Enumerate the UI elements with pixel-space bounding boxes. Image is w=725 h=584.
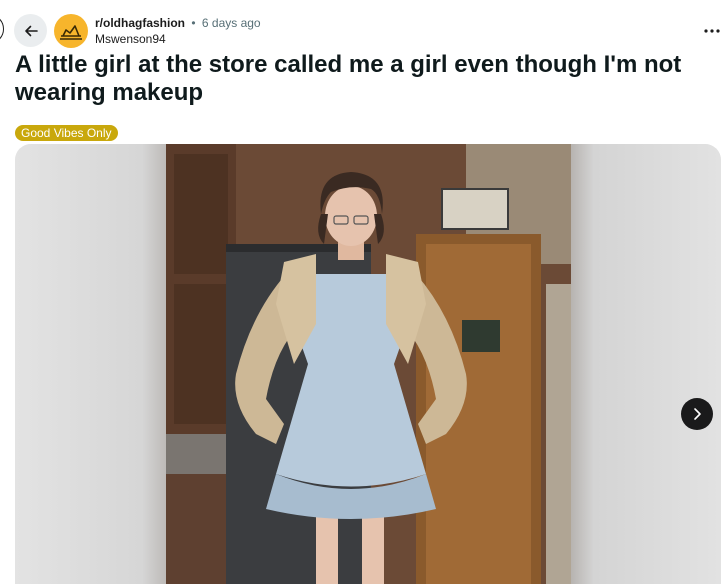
subreddit-link[interactable]: r/oldhagfashion xyxy=(95,16,185,30)
subreddit-avatar[interactable] xyxy=(54,14,88,48)
post-title: A little girl at the store called me a g… xyxy=(15,51,682,106)
post-image[interactable] xyxy=(166,144,571,584)
back-button[interactable] xyxy=(14,14,47,47)
image-gallery xyxy=(15,144,721,584)
post-flair[interactable]: Good Vibes Only xyxy=(15,125,118,141)
previous-panel-edge xyxy=(0,14,4,44)
chevron-right-icon xyxy=(694,408,701,420)
post-meta: r/oldhagfashion • 6 days ago xyxy=(95,16,261,30)
meta-separator: • xyxy=(191,16,196,30)
next-image-button[interactable] xyxy=(681,398,713,430)
post-timestamp: 6 days ago xyxy=(201,16,261,30)
more-options-button[interactable] xyxy=(703,22,721,40)
subreddit-avatar-icon xyxy=(60,25,82,40)
author-link[interactable]: Mswenson94 xyxy=(95,32,166,46)
arrow-left-icon xyxy=(24,25,38,36)
ellipsis-icon xyxy=(704,29,720,33)
